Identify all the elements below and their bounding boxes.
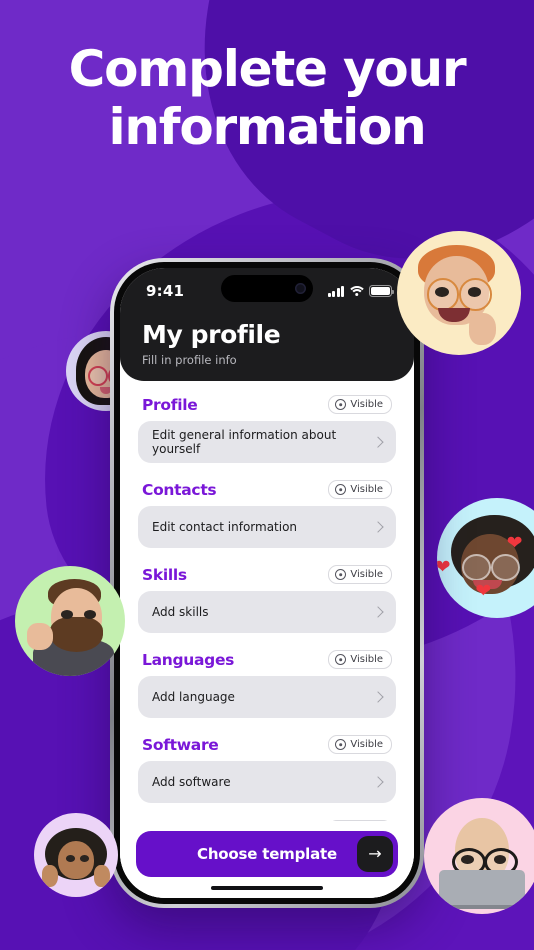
- phone-bezel: 9:41 My profile Fill in profile info Pro…: [114, 262, 420, 904]
- memoji-hearts: ❤ ❤ ❤: [437, 498, 534, 618]
- section-skills: Skills Visible Add skills: [138, 561, 396, 633]
- eye-icon: [335, 569, 347, 580]
- profile-sections-list[interactable]: Profile Visible Edit general information…: [120, 381, 414, 898]
- headline-line-1: Complete your: [68, 40, 467, 98]
- arrow-right-icon[interactable]: →: [357, 835, 393, 872]
- memoji-face: [15, 566, 125, 676]
- app-header: 9:41 My profile Fill in profile info: [120, 268, 414, 381]
- memoji-eye-right: [84, 610, 97, 619]
- heart-icon: ❤: [437, 556, 451, 578]
- page-subtitle: Fill in profile info: [142, 353, 237, 367]
- memoji-eye-left: [61, 610, 74, 619]
- list-item-label: Add skills: [152, 605, 209, 619]
- status-bar-time: 9:41: [146, 282, 185, 300]
- promo-headline: Complete your information: [0, 40, 534, 156]
- list-item-skills[interactable]: Add skills: [138, 591, 396, 633]
- visibility-toggle-software[interactable]: Visible: [328, 735, 392, 754]
- visibility-label: Visible: [350, 739, 383, 750]
- memoji-eye-right: [467, 286, 482, 297]
- list-item-label: Edit general information about yourself: [152, 428, 337, 456]
- section-languages: Languages Visible Add language: [138, 646, 396, 718]
- choose-template-label: Choose template: [197, 844, 337, 863]
- list-item-contacts[interactable]: Edit contact information: [138, 506, 396, 548]
- visibility-toggle-contacts[interactable]: Visible: [328, 480, 392, 499]
- section-title: Contacts: [142, 480, 217, 499]
- visibility-label: Visible: [350, 569, 383, 580]
- chevron-right-icon: [372, 606, 384, 618]
- cta-container: Choose template →: [120, 820, 414, 898]
- memoji-beard: [50, 616, 103, 652]
- visibility-toggle-profile[interactable]: Visible: [328, 395, 392, 414]
- list-item-profile[interactable]: Edit general information about yourself: [138, 421, 396, 463]
- list-item-languages[interactable]: Add language: [138, 676, 396, 718]
- section-header: Languages Visible: [138, 646, 396, 676]
- cellular-signal-icon: [327, 285, 344, 297]
- memoji-face: [397, 231, 521, 355]
- front-camera-icon: [295, 283, 306, 294]
- memoji-redhead-thumbs-up: [397, 231, 521, 355]
- memoji-bearded-man-suit: [15, 566, 125, 676]
- phone-mockup: 9:41 My profile Fill in profile info Pro…: [110, 258, 424, 908]
- section-title: Skills: [142, 565, 187, 584]
- visibility-label: Visible: [350, 399, 383, 410]
- memoji-face: [34, 813, 118, 897]
- memoji-hand-left: [41, 865, 59, 887]
- eye-icon: [335, 739, 347, 750]
- visibility-label: Visible: [350, 484, 383, 495]
- visibility-toggle-skills[interactable]: Visible: [328, 565, 392, 584]
- eye-icon: [335, 654, 347, 665]
- section-header: Skills Visible: [138, 561, 396, 591]
- memoji-face: [424, 798, 534, 914]
- section-title: Languages: [142, 650, 235, 669]
- heart-icon: ❤: [506, 532, 523, 554]
- home-indicator: [211, 885, 323, 890]
- section-header: Software Visible: [138, 731, 396, 761]
- list-item-label: Add software: [152, 775, 231, 789]
- headline-line-2: information: [108, 98, 426, 156]
- chevron-right-icon: [372, 691, 384, 703]
- battery-icon: [369, 285, 394, 297]
- memoji-eye-left: [65, 855, 76, 862]
- memoji-face: ❤ ❤ ❤: [437, 498, 534, 618]
- wifi-icon: [347, 285, 366, 297]
- choose-template-button[interactable]: Choose template →: [136, 830, 398, 877]
- visibility-toggle-languages[interactable]: Visible: [328, 650, 392, 669]
- section-title: Software: [142, 735, 219, 754]
- memoji-curly-hair: [34, 813, 118, 897]
- memoji-glasses-left: [87, 366, 108, 387]
- section-title: Profile: [142, 395, 198, 414]
- memoji-head: [57, 840, 95, 880]
- heart-icon: ❤: [475, 580, 492, 602]
- list-item-software[interactable]: Add software: [138, 761, 396, 803]
- section-header: Profile Visible: [138, 391, 396, 421]
- dynamic-island: [221, 275, 313, 302]
- memoji-eye-right: [80, 855, 90, 862]
- promo-screenshot: Complete your information ❤ ❤ ❤ 9:41 My …: [0, 0, 534, 950]
- eye-icon: [335, 484, 347, 495]
- memoji-thumbs-up-hand: [27, 623, 54, 650]
- memoji-thumbs-up-hand: [468, 312, 497, 346]
- list-item-label: Add language: [152, 690, 235, 704]
- eye-icon: [335, 399, 347, 410]
- section-header: Contacts Visible: [138, 476, 396, 506]
- page-title: My profile: [142, 320, 281, 349]
- memoji-bald-glasses-laptop: [424, 798, 534, 914]
- phone-screen: 9:41 My profile Fill in profile info Pro…: [120, 268, 414, 898]
- memoji-eye-left: [461, 854, 474, 865]
- chevron-right-icon: [372, 521, 384, 533]
- memoji-eye-left: [435, 286, 450, 297]
- visibility-label: Visible: [350, 654, 383, 665]
- section-contacts: Contacts Visible Edit contact informatio…: [138, 476, 396, 548]
- status-bar-indicators: [327, 285, 394, 297]
- section-software: Software Visible Add software: [138, 731, 396, 803]
- section-profile: Profile Visible Edit general information…: [138, 391, 396, 463]
- status-bar: 9:41: [142, 268, 394, 314]
- list-item-label: Edit contact information: [152, 520, 298, 534]
- laptop-icon: [439, 869, 525, 909]
- memoji-hand-right: [93, 865, 111, 887]
- chevron-right-icon: [372, 776, 384, 788]
